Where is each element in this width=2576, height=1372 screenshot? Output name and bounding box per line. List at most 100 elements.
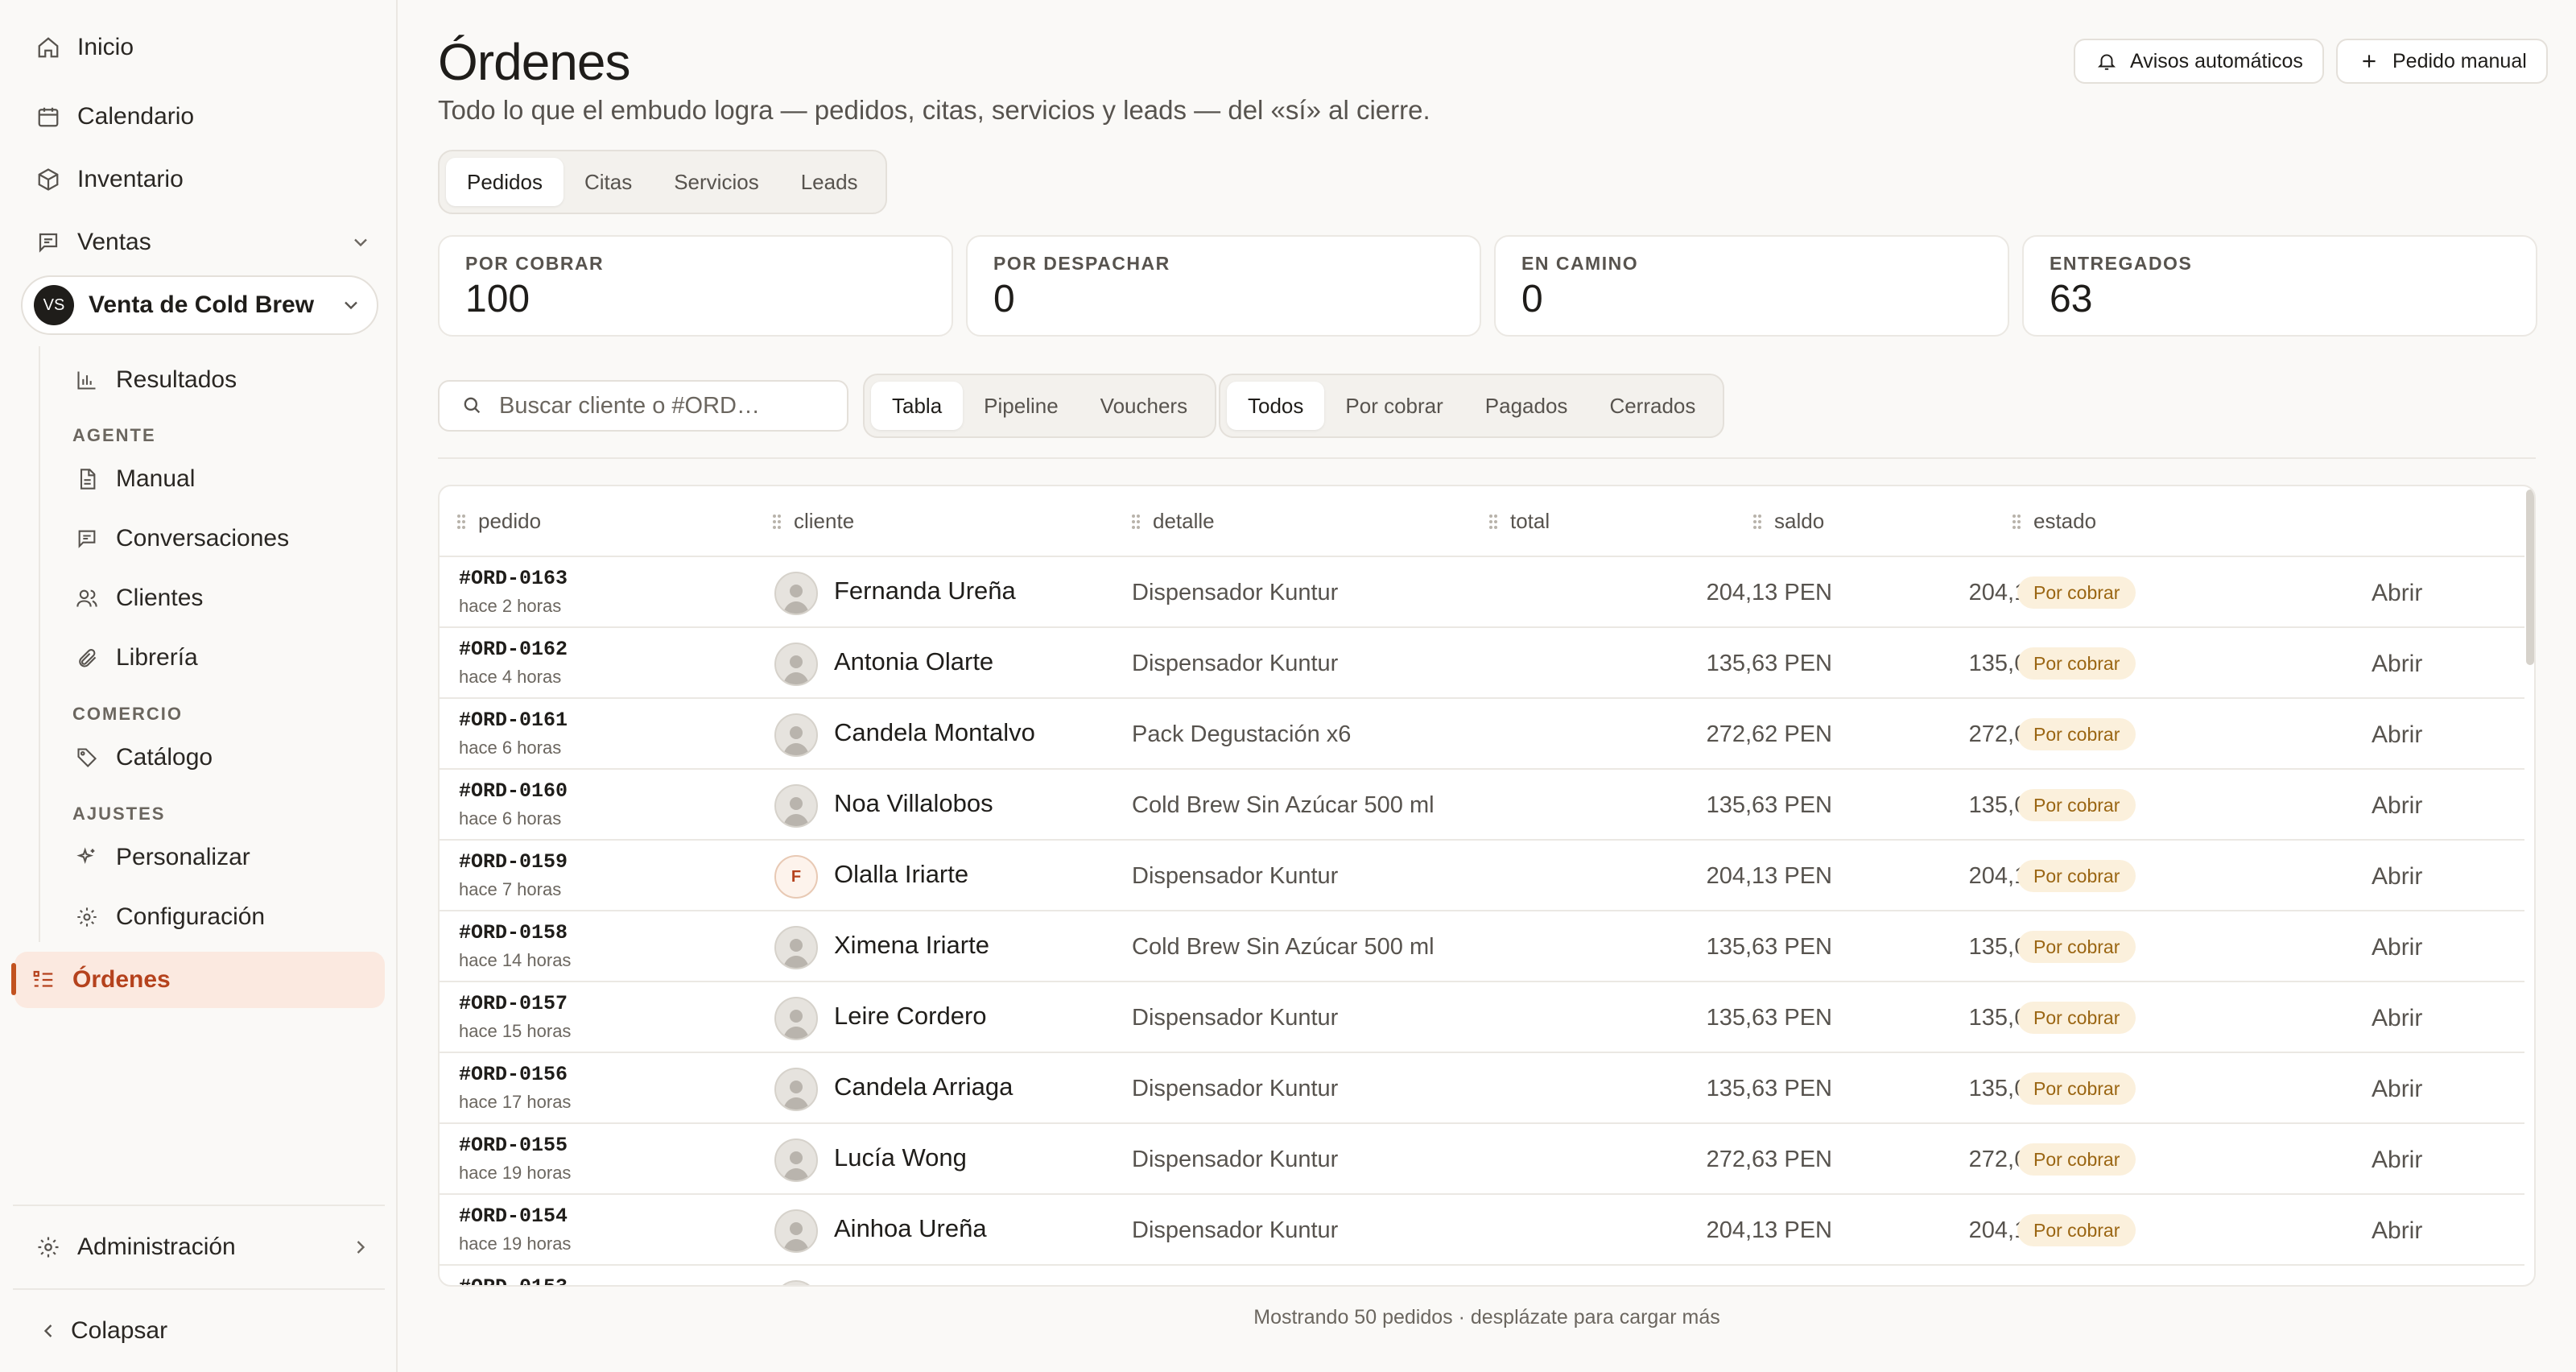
- status-badge: Por cobrar: [2017, 1072, 2136, 1105]
- drag-handle-icon[interactable]: [1130, 512, 1141, 531]
- sidebar-divider: [13, 1288, 385, 1290]
- avatar: [774, 1280, 818, 1285]
- open-order-link[interactable]: Abrir: [2372, 1076, 2422, 1103]
- nav-calendario[interactable]: Calendario: [19, 89, 385, 145]
- nav-catalogo-label: Catálogo: [116, 744, 213, 771]
- client-name: Lucía Wong: [834, 1143, 967, 1172]
- stat-card-en-camino[interactable]: EN CAMINO 0: [1494, 235, 2009, 337]
- open-order-link[interactable]: Abrir: [2372, 1005, 2422, 1032]
- column-header-pedido[interactable]: pedido: [456, 509, 541, 534]
- order-total: 135,63 PEN: [1706, 651, 1832, 676]
- nav-inventario[interactable]: Inventario: [19, 151, 385, 208]
- order-id: #ORD-0154: [459, 1205, 568, 1228]
- search-input[interactable]: [499, 392, 837, 419]
- order-time: hace 19 horas: [459, 1163, 572, 1183]
- table-row[interactable]: #ORD-0158 hace 14 horas Ximena Iriarte Cold…: [440, 911, 2524, 982]
- workspace-selector[interactable]: VS Venta de Cold Brew: [21, 275, 378, 335]
- view-vouchers[interactable]: Vouchers: [1080, 382, 1208, 430]
- collapse-button[interactable]: Colapsar: [19, 1303, 385, 1359]
- avatar: [774, 926, 818, 969]
- paperclip-icon: [72, 643, 101, 672]
- scrollbar-thumb[interactable]: [2526, 490, 2534, 665]
- nav-libreria[interactable]: Librería: [60, 632, 385, 684]
- client-name: Candela Arriaga: [834, 1072, 1013, 1101]
- drag-handle-icon[interactable]: [1752, 512, 1763, 531]
- open-order-link[interactable]: Abrir: [2372, 1217, 2422, 1245]
- filter-por-cobrar[interactable]: Por cobrar: [1324, 382, 1463, 430]
- column-header-total[interactable]: total: [1488, 509, 1550, 534]
- column-header-detalle[interactable]: detalle: [1130, 509, 1215, 534]
- view-pipeline[interactable]: Pipeline: [963, 382, 1080, 430]
- section-label-agente: AGENTE: [72, 425, 156, 445]
- filter-todos[interactable]: Todos: [1227, 382, 1325, 430]
- drag-handle-icon[interactable]: [771, 512, 782, 531]
- status-badge: Por cobrar: [2017, 931, 2136, 963]
- search-field[interactable]: [438, 380, 848, 432]
- table-row[interactable]: #ORD-0153: [440, 1266, 2524, 1285]
- filter-pagados[interactable]: Pagados: [1464, 382, 1589, 430]
- table-row[interactable]: #ORD-0155 hace 19 horas Lucía Wong Dispensa…: [440, 1124, 2524, 1195]
- open-order-link[interactable]: Abrir: [2372, 721, 2422, 749]
- drag-handle-icon[interactable]: [2011, 512, 2022, 531]
- table-row[interactable]: #ORD-0159 hace 7 horas F Olalla Iriarte Disp…: [440, 841, 2524, 911]
- stat-value: 0: [993, 278, 1015, 320]
- nav-ventas[interactable]: Ventas: [19, 214, 385, 271]
- gear-icon: [72, 903, 101, 932]
- nav-ordenes[interactable]: Órdenes: [14, 952, 385, 1008]
- order-time: hace 14 horas: [459, 950, 572, 970]
- open-order-link[interactable]: Abrir: [2372, 651, 2422, 678]
- open-order-link[interactable]: Abrir: [2372, 1147, 2422, 1174]
- nav-inicio[interactable]: Inicio: [19, 19, 385, 76]
- tab-pedidos[interactable]: Pedidos: [446, 158, 564, 206]
- drag-handle-icon[interactable]: [1488, 512, 1499, 531]
- page-title: Órdenes: [438, 33, 630, 91]
- tab-citas[interactable]: Citas: [564, 158, 653, 206]
- open-order-link[interactable]: Abrir: [2372, 792, 2422, 820]
- table-row[interactable]: #ORD-0163 hace 2 horas Fernanda Ureña Dispe…: [440, 557, 2524, 628]
- open-order-link[interactable]: Abrir: [2372, 580, 2422, 607]
- open-order-link[interactable]: Abrir: [2372, 863, 2422, 891]
- table-row[interactable]: #ORD-0162 hace 4 horas Antonia Olarte Dispe…: [440, 628, 2524, 699]
- column-label: cliente: [794, 509, 855, 533]
- nav-personalizar[interactable]: Personalizar: [60, 832, 385, 883]
- nav-catalogo[interactable]: Catálogo: [60, 732, 385, 783]
- table-header: pedido cliente detalle total saldo estad…: [440, 486, 2524, 557]
- pedido-manual-button[interactable]: Pedido manual: [2336, 39, 2548, 84]
- table-row[interactable]: #ORD-0154 hace 19 horas Ainhoa Ureña Dispen…: [440, 1195, 2524, 1266]
- avatar: [774, 997, 818, 1040]
- list-icon: [27, 964, 60, 996]
- column-header-saldo[interactable]: saldo: [1752, 509, 1824, 534]
- nav-manual[interactable]: Manual: [60, 453, 385, 505]
- order-id: #ORD-0153: [459, 1275, 568, 1285]
- table-row[interactable]: #ORD-0160 hace 6 horas Noa Villalobos Cold …: [440, 770, 2524, 841]
- client-name: Leire Cordero: [834, 1002, 987, 1030]
- home-icon: [32, 31, 64, 64]
- table-row[interactable]: #ORD-0156 hace 17 horas Candela Arriaga Dis…: [440, 1053, 2524, 1124]
- users-icon: [72, 584, 101, 613]
- status-badge: Por cobrar: [2017, 718, 2136, 750]
- nav-conversaciones[interactable]: Conversaciones: [60, 513, 385, 564]
- table-row[interactable]: #ORD-0161 hace 6 horas Candela Montalvo Pac…: [440, 699, 2524, 770]
- view-tabla[interactable]: Tabla: [871, 382, 964, 430]
- tab-servicios[interactable]: Servicios: [653, 158, 779, 206]
- order-id: #ORD-0160: [459, 779, 568, 803]
- column-header-cliente[interactable]: cliente: [771, 509, 854, 534]
- stat-card-entregados[interactable]: ENTREGADOS 63: [2022, 235, 2537, 337]
- sidebar: Inicio Calendario Inventario Ventas VS V…: [0, 0, 398, 1372]
- filter-cerrados[interactable]: Cerrados: [1588, 382, 1716, 430]
- avatar: [774, 572, 818, 615]
- tab-leads[interactable]: Leads: [780, 158, 879, 206]
- drag-handle-icon[interactable]: [456, 512, 467, 531]
- column-header-estado[interactable]: estado: [2011, 509, 2096, 534]
- nav-resultados[interactable]: Resultados: [60, 354, 385, 406]
- nav-configuracion[interactable]: Configuración: [60, 891, 385, 943]
- nav-administracion[interactable]: Administración: [19, 1219, 385, 1275]
- stat-card-por-despachar[interactable]: POR DESPACHAR 0: [966, 235, 1481, 337]
- open-order-link[interactable]: Abrir: [2372, 934, 2422, 961]
- stat-value: 100: [465, 278, 530, 320]
- stat-card-por-cobrar[interactable]: POR COBRAR 100: [438, 235, 953, 337]
- table-row[interactable]: #ORD-0157 hace 15 horas Leire Cordero Dispe…: [440, 982, 2524, 1053]
- chevron-down-icon[interactable]: [349, 231, 372, 254]
- nav-clientes[interactable]: Clientes: [60, 572, 385, 624]
- avisos-automaticos-button[interactable]: Avisos automáticos: [2074, 39, 2324, 84]
